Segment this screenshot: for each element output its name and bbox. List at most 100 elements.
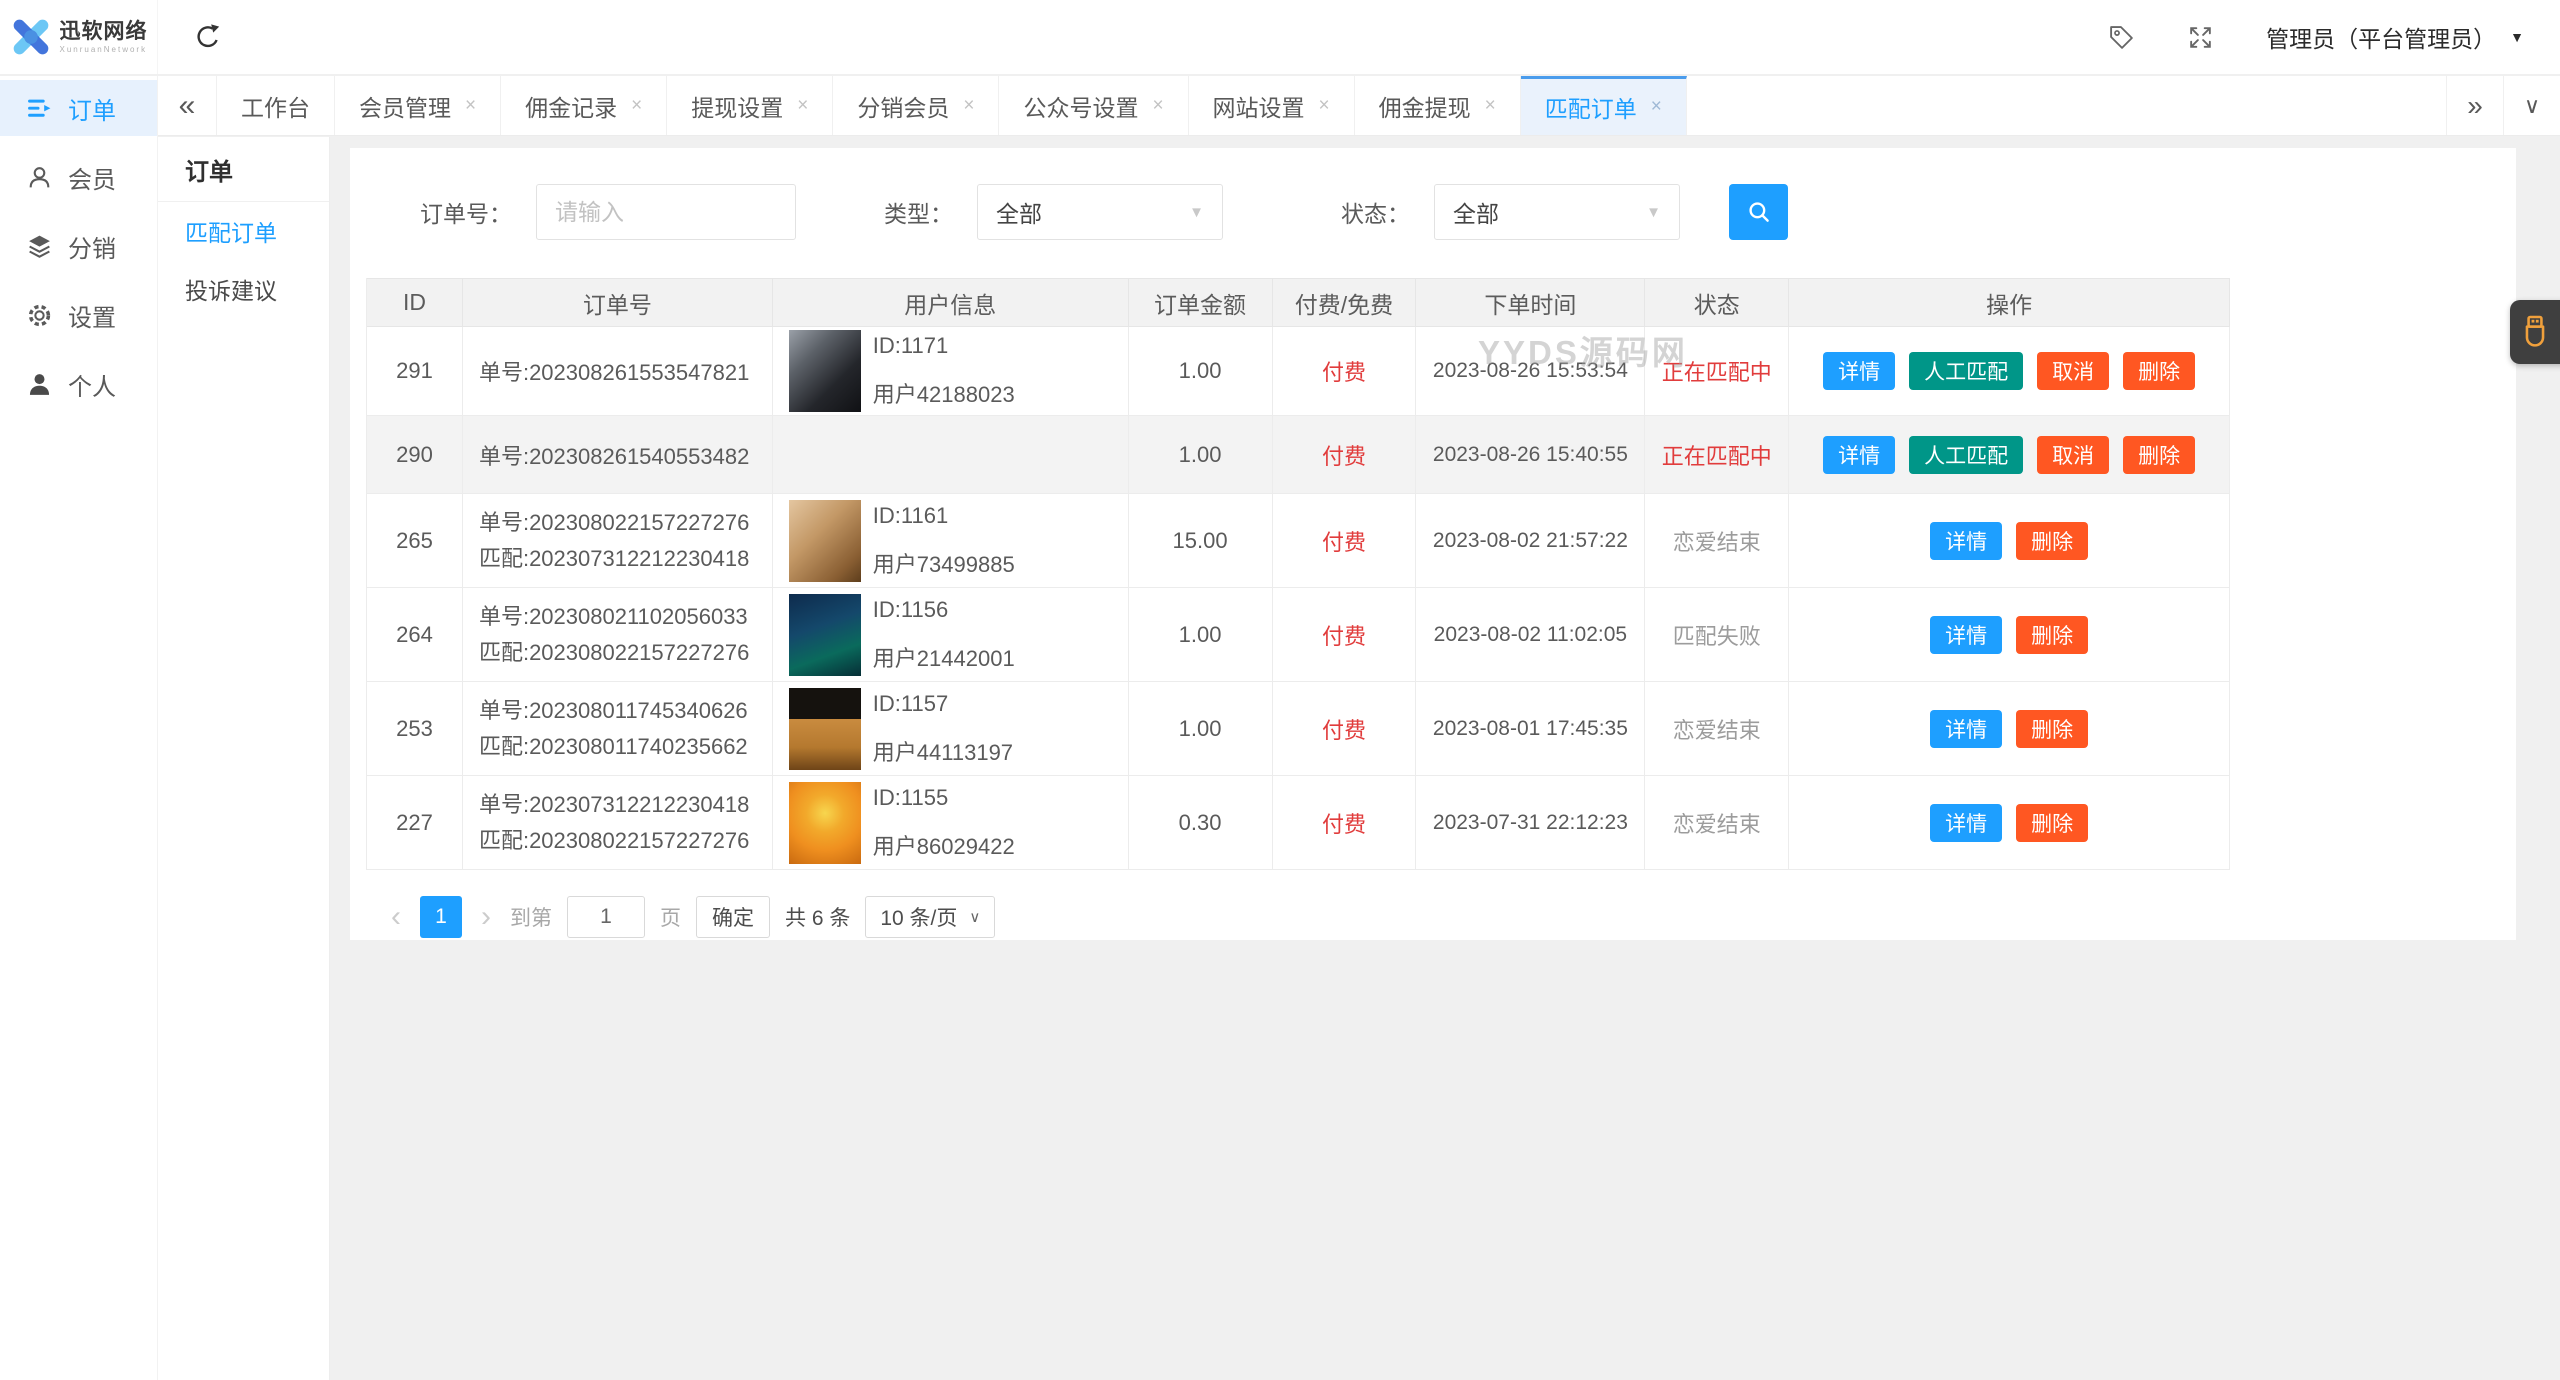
tab-label: 会员管理 [359,89,451,123]
manual-match-button[interactable]: 人工匹配 [1909,352,2023,390]
cell-pay-type: 付费 [1273,327,1417,416]
next-page-icon[interactable]: › [477,902,495,932]
close-icon[interactable]: × [631,95,642,117]
cell-amount: 15.00 [1129,494,1273,588]
goto-page-input[interactable] [567,896,645,938]
search-button[interactable] [1729,184,1788,240]
tab-member-management[interactable]: 会员管理 × [335,76,501,135]
cell-user-id: ID:1171 [873,333,1015,359]
page-size-select[interactable]: 10 条/页 ∨ [865,896,995,938]
refresh-icon[interactable] [194,23,222,51]
usb-icon [2520,314,2550,350]
detail-button[interactable]: 详情 [1823,352,1895,390]
status-select[interactable]: 全部 ▼ [1434,184,1680,240]
brand-logo-icon [10,16,52,58]
sidebar-item-members[interactable]: 会员 [0,149,157,205]
cell-order-no: 单号:202308261553547821 [479,355,749,387]
close-icon[interactable]: × [1152,95,1163,117]
page-size-value: 10 条/页 [880,902,957,932]
cell-match-no: 匹配:202308011740235662 [479,729,748,765]
fullscreen-icon[interactable] [2187,24,2214,51]
delete-button[interactable]: 删除 [2016,616,2088,654]
order-icon [26,95,53,122]
type-select-value: 全部 [996,195,1042,229]
cell-pay-type: 付费 [1273,494,1417,588]
tab-workbench[interactable]: 工作台 [217,76,335,135]
type-select[interactable]: 全部 ▼ [977,184,1223,240]
tab-distribution-members[interactable]: 分销会员× [833,76,999,135]
cell-time: 2023-08-01 17:45:35 [1416,682,1645,776]
submenu-item-complaints[interactable]: 投诉建议 [158,260,329,318]
close-icon[interactable]: × [1319,95,1330,117]
sidebar-item-settings[interactable]: 设置 [0,287,157,343]
tabs-menu-button[interactable]: ∨ [2503,76,2560,135]
detail-button[interactable]: 详情 [1930,616,2002,654]
close-icon[interactable]: × [797,95,808,117]
cell-match-no: 匹配:202307312212230418 [479,541,749,577]
caret-down-icon: ▼ [1646,204,1661,221]
member-icon [26,164,53,191]
close-icon[interactable]: × [1485,95,1496,117]
floating-tool-button[interactable] [2510,300,2560,364]
goto-prefix-label: 到第 [510,902,552,932]
tab-bar: « 工作台 会员管理 × 佣金记录× 提现设置× 分销会员× 公众号设置 × 网站设… [158,76,2560,136]
detail-button[interactable]: 详情 [1930,710,2002,748]
tab-withdraw-settings[interactable]: 提现设置× [667,76,833,135]
sidebar-item-orders[interactable]: 订单 [0,80,157,136]
tab-label: 公众号设置 [1023,89,1138,123]
col-header-amount: 订单金额 [1129,278,1273,327]
tab-commission-withdraw[interactable]: 佣金提现× [1355,76,1521,135]
cell-time: 2023-08-02 11:02:05 [1416,588,1645,682]
submenu-item-match-orders[interactable]: 匹配订单 [158,202,329,260]
admin-label: 管理员（平台管理员） [2266,20,2496,54]
admin-menu[interactable]: 管理员（平台管理员） ▼ [2266,20,2524,54]
col-header-id: ID [367,278,463,327]
cell-order-no: 单号:202307312212230418 [479,787,749,823]
tab-commission-records[interactable]: 佣金记录× [501,76,667,135]
cell-amount: 1.00 [1129,416,1273,494]
content-card: 订单号： 类型： 全部 ▼ 状态： 全部 ▼ ID 订单 [350,148,2516,940]
cancel-button[interactable]: 取消 [2037,436,2109,474]
close-icon[interactable]: × [1651,96,1662,118]
close-icon[interactable]: × [963,95,974,117]
delete-button[interactable]: 删除 [2123,436,2195,474]
col-header-pay-type: 付费/免费 [1273,278,1417,327]
detail-button[interactable]: 详情 [1823,436,1895,474]
sidebar-item-label: 订单 [68,91,116,126]
type-label: 类型： [884,195,953,229]
cell-time: 2023-08-02 21:57:22 [1416,494,1645,588]
cell-match-no: 匹配:202308022157227276 [479,635,749,671]
sidebar-item-profile[interactable]: 个人 [0,356,157,412]
tabs-collapse-button[interactable]: « [158,76,217,135]
order-no-input[interactable] [536,184,796,240]
detail-button[interactable]: 详情 [1930,804,2002,842]
delete-button[interactable]: 删除 [2016,522,2088,560]
expand-right-icon: » [2467,90,2483,122]
goto-confirm-button[interactable]: 确定 [696,896,770,938]
avatar [789,500,861,582]
prev-page-icon[interactable]: ‹ [387,902,405,932]
tab-match-orders[interactable]: 匹配订单× [1521,76,1687,135]
sidebar-item-label: 分销 [68,229,116,264]
detail-button[interactable]: 详情 [1930,522,2002,560]
manual-match-button[interactable]: 人工匹配 [1909,436,2023,474]
sidebar-item-distribution[interactable]: 分销 [0,218,157,274]
cancel-button[interactable]: 取消 [2037,352,2109,390]
avatar [789,330,861,412]
status-label: 状态： [1341,195,1410,229]
delete-button[interactable]: 删除 [2016,710,2088,748]
top-header: 迅软网络 XunruanNetwork 管理员（平台管理员） [0,0,2560,75]
tag-icon[interactable] [2108,24,2135,51]
cell-status: 正在匹配中 [1645,416,1789,494]
delete-button[interactable]: 删除 [2123,352,2195,390]
col-header-order-no: 订单号 [463,278,773,327]
current-page-button[interactable]: 1 [420,896,462,938]
tab-website-settings[interactable]: 网站设置× [1189,76,1355,135]
close-icon[interactable]: × [465,95,476,117]
col-header-status: 状态 [1645,278,1789,327]
tabs-expand-button[interactable]: » [2446,76,2503,135]
tab-official-account-settings[interactable]: 公众号设置 × [999,76,1188,135]
settings-icon [26,302,53,329]
delete-button[interactable]: 删除 [2016,804,2088,842]
table-header-row: ID 订单号 用户信息 订单金额 付费/免费 下单时间 状态 操作 [366,278,2230,327]
